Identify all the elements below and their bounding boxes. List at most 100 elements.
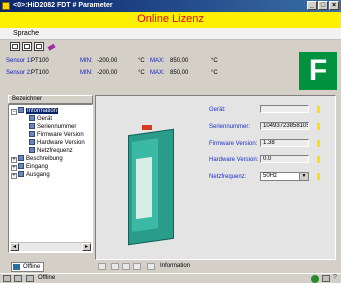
split-view-icon[interactable] [22,42,32,51]
seriennummer-label: Seriennummer: [209,124,251,130]
tree-node-label: Beschreibung [26,156,63,162]
max-value: 850,00 [170,58,189,64]
download-icon[interactable] [122,263,130,270]
minimize-button[interactable]: _ [307,1,317,10]
toolbar [0,40,341,52]
expand-icon[interactable]: + [11,173,17,179]
compare-icon[interactable] [133,263,141,270]
tree-node-hardware-version[interactable]: Hardware Version [29,139,85,147]
print-icon[interactable] [98,263,106,270]
panel-toolbar: Information [95,262,336,272]
status-text: Offline [38,275,56,281]
sensor-type: PT100 [31,58,49,64]
panel-view-icon[interactable] [34,42,44,51]
parameter-icon [29,147,35,153]
min-value: -200,00 [97,58,118,64]
tree-node-netzfrequenz[interactable]: Netzfrequenz [29,147,73,155]
app-icon [2,2,10,10]
max-value: 850,00 [170,70,189,76]
min-value: -200,00 [97,70,118,76]
tree-node-label: Eingang [26,164,49,170]
information-panel: Gerät: Seriennummer: 10493723858105 Firm… [95,95,336,260]
tree-node-label: Gerät [37,116,53,122]
sensor-type: PT100 [31,70,49,76]
status-flag-icon [317,106,320,113]
tree-view[interactable]: − Information Gerät Seriennummer Firmware… [8,104,93,253]
unit: °C [138,70,145,76]
connection-icon[interactable] [3,275,11,282]
geraet-field [260,105,309,113]
folder-icon [18,163,24,169]
sensor-info: Sensor 1: PT100 MIN: -200,00 °C MAX: 850… [0,53,341,91]
tree-node-label: Seriennummer [37,124,77,130]
collapse-icon[interactable]: − [11,109,17,115]
menu-bar: Sprache [0,28,341,40]
firmware-version-field: 1.38 [260,139,309,147]
tree-node-information[interactable]: − Information [11,107,59,115]
device-icon[interactable] [14,275,22,282]
tree-node-label: Hardware Version [37,140,85,146]
window-layout-icon[interactable] [10,42,20,51]
tree-node-geraet[interactable]: Gerät [29,115,52,123]
pepperl-fuchs-logo: F [299,52,337,90]
folder-icon [18,107,24,113]
tree-node-ausgang[interactable]: + Ausgang [11,171,50,179]
tree-node-firmware-version[interactable]: Firmware Version [29,131,84,139]
seriennummer-field: 10493723858105 [260,122,309,130]
status-flag-icon [317,140,320,147]
close-button[interactable]: × [329,1,339,10]
license-banner: Online Lizenz [0,12,341,28]
printer-icon[interactable] [322,275,330,282]
min-label: MIN: [80,58,93,64]
sensor-label: Sensor 2: [6,70,32,76]
status-flag-icon [317,156,320,163]
sensor-label: Sensor 1: [6,58,32,64]
sensor-row: Sensor 1: PT100 MIN: -200,00 °C MAX: 850… [6,56,246,66]
folder-icon [18,155,24,161]
title-bar: <0>:HiD2082 FDT # Parameter _ □ × [0,0,341,12]
upload-icon[interactable] [111,263,119,270]
max-label: MAX: [150,58,165,64]
menu-item-sprache[interactable]: Sprache [13,30,39,37]
tree-node-label: Information [26,108,59,114]
folder-icon [18,171,24,177]
tab-offline[interactable]: Offline [11,262,44,272]
tree-node-beschreibung[interactable]: + Beschreibung [11,155,63,163]
hardware-version-field: 0.0 [260,155,309,163]
tree-header[interactable]: Bezeichner [8,95,93,104]
chevron-down-icon[interactable]: ▼ [299,173,308,180]
horizontal-scrollbar[interactable]: ◂ ▸ [10,242,91,251]
help-icon[interactable]: ? [333,274,337,281]
unit: °C [138,58,145,64]
globe-icon [311,275,319,283]
hardware-version-label: Hardware Version: [209,157,259,163]
netzfrequenz-select[interactable]: 50Hz ▼ [260,172,309,181]
info-icon[interactable] [147,263,155,270]
tree-node-seriennummer[interactable]: Seriennummer [29,123,76,131]
tree-node-label: Netzfrequenz [37,148,73,154]
user-icon[interactable] [26,275,34,282]
device-image [120,118,182,246]
status-flag-icon [317,123,320,130]
eraser-icon[interactable] [46,42,56,51]
unit: °C [211,58,218,64]
unit: °C [211,70,218,76]
status-bar: Offline ? [0,273,341,283]
parameter-icon [29,123,35,129]
panel-toolbar-label: Information [160,263,191,269]
tree-node-eingang[interactable]: + Eingang [11,163,48,171]
tree-panel: Bezeichner − Information Gerät Seriennumm… [8,95,93,262]
scroll-right-icon[interactable]: ▸ [82,243,91,251]
tree-node-label: Ausgang [26,172,50,178]
parameter-icon [29,139,35,145]
firmware-version-label: Firmware Version: [209,141,258,147]
logo-glyph: F [308,54,328,87]
window-title: <0>:HiD2082 FDT # Parameter [13,2,113,9]
tree-node-label: Firmware Version [37,132,84,138]
min-label: MIN: [80,70,93,76]
scroll-left-icon[interactable]: ◂ [10,243,19,251]
maximize-button[interactable]: □ [318,1,328,10]
geraet-label: Gerät: [209,107,226,113]
status-flag-icon [317,173,320,180]
parameter-icon [29,131,35,137]
